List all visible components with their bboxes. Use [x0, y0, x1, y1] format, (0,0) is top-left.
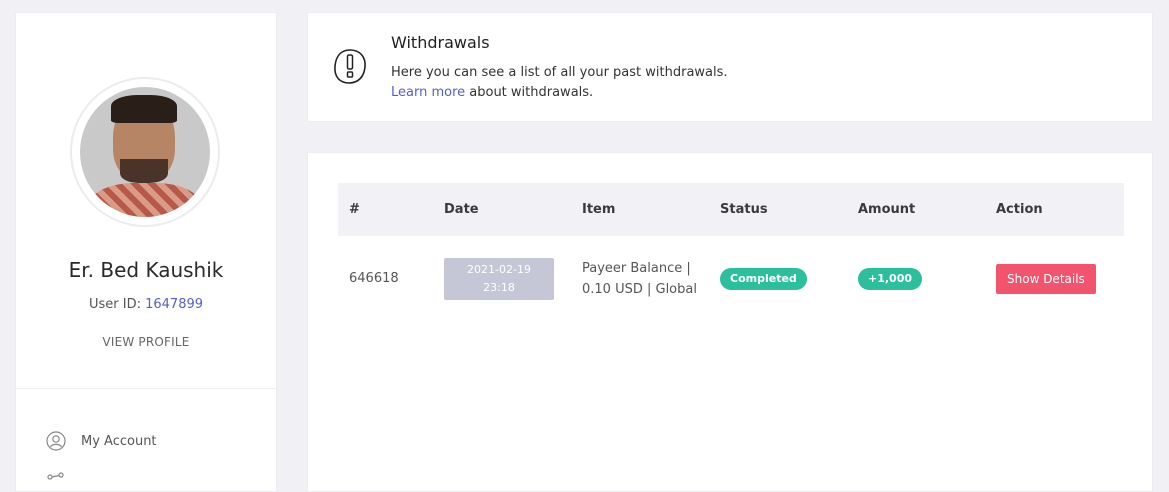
withdrawal-time: 23:18: [483, 280, 515, 294]
sidebar-item-my-account[interactable]: My Account: [46, 431, 157, 451]
learn-more-link[interactable]: Learn more: [391, 85, 465, 100]
avatar[interactable]: [80, 87, 210, 217]
sidebar-item-label: My Account: [81, 433, 157, 449]
view-profile-link[interactable]: VIEW PROFILE: [16, 335, 276, 349]
profile-sidebar: Er. Bed Kaushik User ID: 1647899 VIEW PR…: [15, 12, 277, 492]
withdrawal-item: Payeer Balance | 0.10 USD | Global: [582, 260, 697, 297]
avatar-frame: [70, 77, 220, 227]
withdrawals-table-card: # Date Item Status Amount Action 646618 …: [307, 152, 1153, 492]
date-cell: 2021-02-19 23:18: [444, 236, 554, 321]
withdrawal-date: 2021-02-19: [467, 262, 531, 276]
learn-more-suffix: about withdrawals.: [465, 85, 594, 100]
item-cell: Payeer Balance | 0.10 USD | Global: [582, 236, 702, 321]
amount-badge: +1,000: [858, 267, 923, 290]
column-header-action: Action: [996, 202, 1043, 217]
exclamation-badge-icon: [332, 47, 368, 87]
share-icon: [46, 471, 66, 491]
status-cell: Completed: [720, 236, 807, 321]
column-header-item: Item: [582, 202, 616, 217]
user-id-label: User ID:: [88, 297, 141, 312]
user-id: User ID: 1647899: [16, 297, 276, 312]
column-header-status: Status: [720, 202, 768, 217]
sidebar-item-second[interactable]: [46, 471, 81, 491]
user-name: Er. Bed Kaushik: [68, 258, 224, 282]
status-badge: Completed: [720, 267, 807, 290]
withdrawals-info-card: Withdrawals Here you can see a list of a…: [307, 12, 1153, 122]
info-description-block: Here you can see a list of all your past…: [391, 63, 728, 103]
table-row: 646618 2021-02-19 23:18 Payeer Balance |…: [338, 236, 1124, 321]
action-cell: Show Details: [996, 236, 1096, 321]
withdrawal-id: 646618: [349, 271, 399, 286]
column-header-amount: Amount: [858, 202, 916, 217]
page-title: Withdrawals: [391, 33, 490, 52]
user-id-value: 1647899: [145, 297, 204, 312]
date-badge: 2021-02-19 23:18: [444, 257, 554, 300]
column-header-date: Date: [444, 202, 479, 217]
amount-cell: +1,000: [858, 236, 923, 321]
info-description: Here you can see a list of all your past…: [391, 65, 728, 80]
table-header-row: # Date Item Status Amount Action: [338, 183, 1124, 236]
sidebar-divider: [16, 388, 276, 389]
user-icon: [46, 431, 66, 451]
info-learn-more-line: Learn more about withdrawals.: [391, 83, 728, 103]
column-header-id: #: [349, 202, 360, 217]
show-details-button[interactable]: Show Details: [996, 263, 1096, 294]
